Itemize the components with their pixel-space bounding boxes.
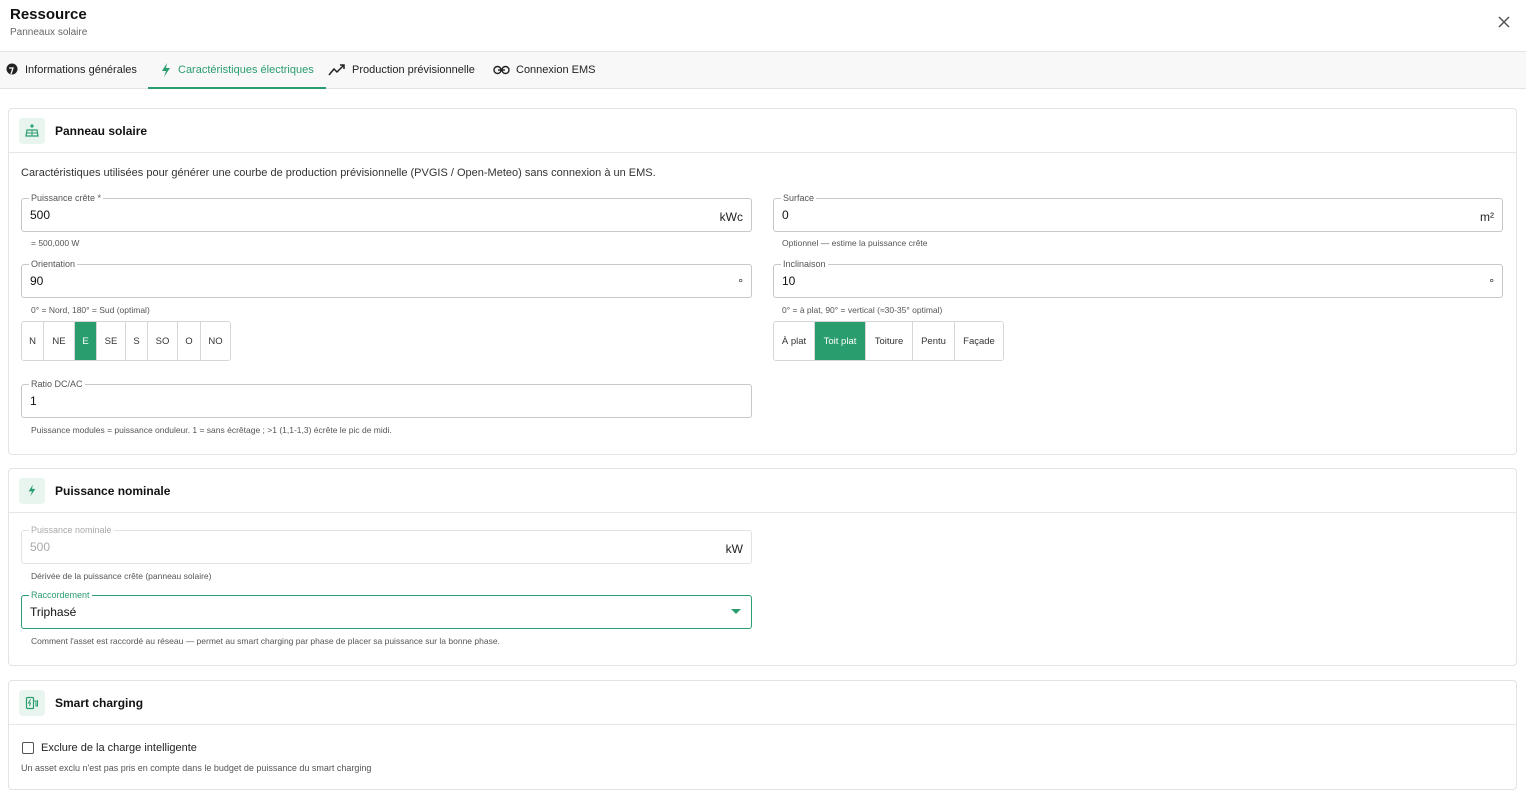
field-value: 500 xyxy=(30,540,51,554)
orientation-option-so[interactable]: SO xyxy=(148,322,178,360)
field-unit: ° xyxy=(1489,276,1494,290)
tab-label: Connexion EMS xyxy=(516,64,596,76)
field-value[interactable]: 1 xyxy=(30,394,613,408)
dc-ac-ratio-field[interactable]: Ratio DC/AC 1 xyxy=(21,378,752,418)
dialog-subtitle: Panneaux solaire xyxy=(10,27,88,38)
orientation-option-s[interactable]: S xyxy=(126,322,148,360)
orientation-option-n[interactable]: N xyxy=(22,322,44,360)
field-value[interactable]: 10 xyxy=(782,274,1364,288)
inclination-option-facade[interactable]: Façade xyxy=(955,322,1003,360)
orientation-field[interactable]: Orientation 90 ° xyxy=(21,258,752,298)
inclination-helper: 0° = à plat, 90° = vertical (≈30-35° opt… xyxy=(782,305,943,315)
orientation-option-ne[interactable]: NE xyxy=(44,322,75,360)
tab-informations-generales[interactable]: Informations générales xyxy=(5,52,137,88)
connection-select[interactable]: Raccordement Triphasé xyxy=(21,589,752,629)
lightning-icon xyxy=(162,63,170,77)
field-value: Triphasé xyxy=(30,605,77,619)
lightning-icon xyxy=(19,477,45,504)
tab-production-previsionnelle[interactable]: Production prévisionnelle xyxy=(328,52,475,88)
orientation-option-no[interactable]: NO xyxy=(201,322,230,360)
solar-panel-card: Panneau solaire Caractéristiques utilisé… xyxy=(8,108,1517,455)
inclination-option-toiture[interactable]: Toiture xyxy=(866,322,913,360)
connection-helper: Comment l'asset est raccordé au réseau —… xyxy=(31,636,500,646)
orientation-button-group: N NE E SE S SO O NO xyxy=(21,321,231,361)
surface-helper: Optionnel — estime la puissance crête xyxy=(782,238,928,248)
field-unit: ° xyxy=(738,276,743,290)
close-button[interactable] xyxy=(1496,14,1512,30)
tab-connexion-ems[interactable]: Connexion EMS xyxy=(493,52,596,88)
field-unit: kW xyxy=(725,542,743,556)
nominal-power-helper: Dérivée de la puissance crête (panneau s… xyxy=(31,571,212,581)
tab-bar: Informations générales Caractéristiques … xyxy=(0,52,1526,89)
trend-chart-icon xyxy=(328,64,345,76)
nominal-power-card: Puissance nominale Puissance nominale 50… xyxy=(8,468,1517,666)
dc-ac-ratio-helper: Puissance modules = puissance onduleur. … xyxy=(31,425,392,435)
card-title: Puissance nominale xyxy=(55,483,171,498)
field-label: Puissance crête * xyxy=(29,192,104,204)
peak-power-field[interactable]: Puissance crête * 500 kWc xyxy=(21,192,752,232)
chevron-down-icon[interactable] xyxy=(731,609,741,614)
card-description: Caractéristiques utilisées pour générer … xyxy=(21,167,656,179)
tab-label: Caractéristiques électriques xyxy=(178,64,314,76)
close-icon xyxy=(1498,16,1510,28)
nominal-power-field: Puissance nominale 500 kW xyxy=(21,524,752,564)
card-title: Panneau solaire xyxy=(55,123,148,138)
orientation-option-e[interactable]: E xyxy=(75,322,97,360)
field-label: Orientation xyxy=(29,258,78,270)
ev-charger-icon xyxy=(19,689,45,716)
link-icon xyxy=(493,65,510,75)
field-label: Ratio DC/AC xyxy=(29,378,85,390)
smart-charging-card: Smart charging Exclure de la charge inte… xyxy=(8,680,1517,790)
card-title: Smart charging xyxy=(55,695,144,710)
solar-panel-icon xyxy=(19,117,45,144)
tab-label: Informations générales xyxy=(25,64,137,76)
exclude-checkbox-label[interactable]: Exclure de la charge intelligente xyxy=(41,742,197,754)
tab-label: Production prévisionnelle xyxy=(352,64,475,76)
dialog-header: Ressource Panneaux solaire xyxy=(0,0,1526,52)
field-value[interactable]: 500 xyxy=(30,208,613,222)
orientation-option-o[interactable]: O xyxy=(178,322,201,360)
card-header: Smart charging xyxy=(9,681,1516,725)
inclination-option-a-plat[interactable]: À plat xyxy=(774,322,815,360)
field-label: Puissance nominale xyxy=(29,524,114,536)
card-header: Panneau solaire xyxy=(9,109,1516,153)
inclination-button-group: À plat Toit plat Toiture Pentu Façade xyxy=(773,321,1004,361)
field-label: Surface xyxy=(781,192,817,204)
exclude-checkbox[interactable] xyxy=(22,742,34,754)
field-unit: m² xyxy=(1480,210,1494,224)
orientation-option-se[interactable]: SE xyxy=(97,322,126,360)
tab-caracteristiques-electriques[interactable]: Caractéristiques électriques xyxy=(148,52,326,89)
orientation-helper: 0° = Nord, 180° = Sud (optimal) xyxy=(31,305,150,315)
surface-field[interactable]: Surface 0 m² xyxy=(773,192,1503,232)
location-pin-icon xyxy=(6,63,18,75)
field-value[interactable]: 0 xyxy=(782,208,1364,222)
field-unit: kWc xyxy=(719,210,743,224)
field-value[interactable]: 90 xyxy=(30,274,613,288)
dialog-title: Ressource xyxy=(10,6,87,23)
card-header: Puissance nominale xyxy=(9,469,1516,513)
peak-power-helper: = 500,000 W xyxy=(31,238,80,248)
field-label: Inclinaison xyxy=(781,258,828,270)
inclination-option-toit-plat[interactable]: Toit plat xyxy=(815,322,866,360)
inclination-field[interactable]: Inclinaison 10 ° xyxy=(773,258,1503,298)
field-label: Raccordement xyxy=(29,589,92,601)
smart-charging-helper: Un asset exclu n'est pas pris en compte … xyxy=(21,763,372,773)
inclination-option-pentu[interactable]: Pentu xyxy=(913,322,955,360)
